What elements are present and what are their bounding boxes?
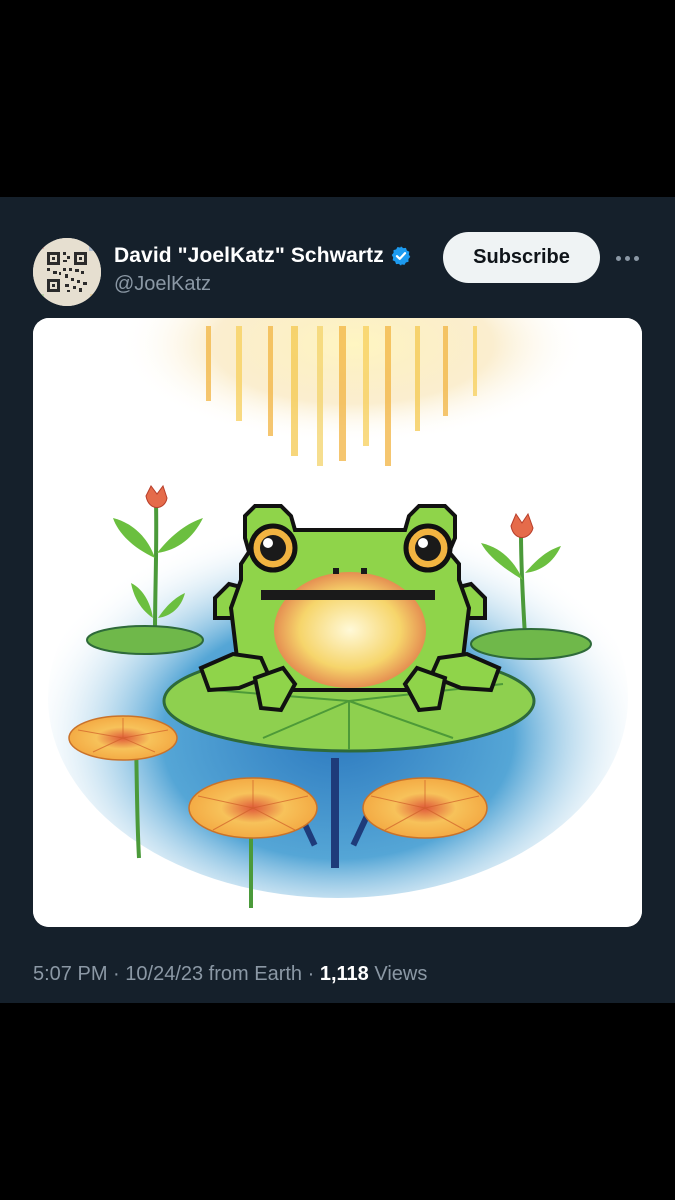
more-dot (615, 255, 621, 261)
tweet-metadata: 5:07 PM · 10/24/23 from Earth · 1,118 Vi… (33, 963, 427, 986)
views-label: Views (368, 963, 428, 985)
author-handle[interactable]: @JoelKatz (114, 273, 211, 296)
pixel-frog-illustration (33, 318, 642, 927)
more-dot (633, 255, 639, 261)
verified-badge-icon (391, 246, 411, 266)
views-count[interactable]: 1,118 (320, 963, 369, 985)
more-horizontal-icon[interactable] (610, 247, 644, 269)
subscribe-button[interactable]: Subscribe (443, 232, 600, 283)
meta-separator: · (107, 963, 126, 985)
author-display-name[interactable]: David "JoelKatz" Schwartz (114, 244, 384, 268)
author-name-row: David "JoelKatz" Schwartz (114, 244, 412, 268)
tweet-time[interactable]: 5:07 PM (33, 963, 107, 985)
avatar[interactable] (33, 238, 101, 306)
tweet-image[interactable] (33, 318, 642, 927)
qr-code-avatar-image (33, 238, 101, 306)
more-dot (624, 255, 630, 261)
tweet-date[interactable]: 10/24/23 (125, 963, 203, 985)
meta-separator: · (302, 963, 320, 985)
tweet-source: from Earth (203, 963, 303, 985)
